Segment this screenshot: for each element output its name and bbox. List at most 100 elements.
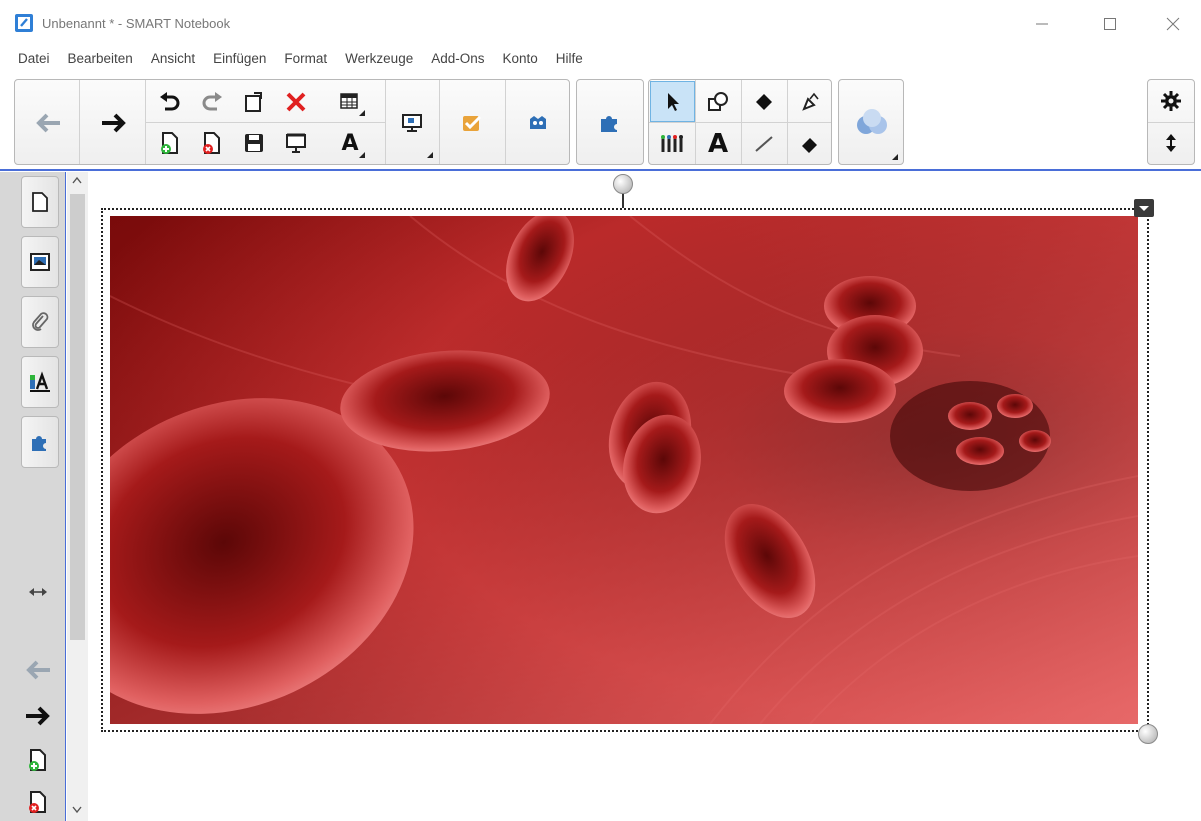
properties-icon [30, 371, 50, 392]
fill-tool-button[interactable] [743, 84, 785, 120]
window-title: Unbenannt * - SMART Notebook [42, 16, 231, 31]
toolbar-position-icon [1166, 134, 1176, 152]
side-add-page-button[interactable] [20, 742, 56, 778]
object-menu-handle[interactable] [1134, 199, 1154, 217]
attachments-icon [32, 312, 49, 331]
menu-hilfe[interactable]: Hilfe [547, 48, 592, 70]
text-tool-button[interactable]: A [697, 126, 739, 162]
screen-shade-icon [286, 133, 306, 153]
creative-pen-button[interactable] [651, 126, 693, 162]
toolbar-position-button[interactable] [1154, 126, 1188, 160]
undo-icon [160, 92, 180, 111]
menu-format[interactable]: Format [275, 48, 336, 70]
menu-bearbeiten[interactable]: Bearbeiten [59, 48, 142, 70]
lab-icon [530, 116, 546, 129]
text-table-button[interactable]: A [333, 126, 367, 160]
shapes-icon [708, 92, 728, 111]
swap-side-icon [29, 588, 47, 596]
creative-pen-icon [661, 135, 683, 152]
rotation-stem [622, 192, 624, 208]
delete-icon [286, 92, 306, 112]
gallery-icon [30, 253, 50, 271]
menu-konto[interactable]: Konto [494, 48, 547, 70]
add-ons-icon [601, 116, 617, 132]
vertical-scrollbar[interactable] [67, 172, 88, 821]
select-icon [667, 92, 679, 111]
rotation-handle[interactable] [613, 174, 633, 194]
menu-datei[interactable]: Datei [0, 48, 59, 70]
add-page-icon [29, 749, 46, 771]
resize-handle[interactable] [1138, 724, 1158, 744]
paste-icon [245, 92, 262, 112]
toolbar-group-edit: A [14, 79, 570, 165]
eraser-tool-button[interactable] [789, 126, 831, 162]
redo-button[interactable] [195, 86, 229, 118]
delete-button[interactable] [279, 86, 313, 118]
close-button[interactable] [1153, 10, 1193, 36]
page-sorter-tab[interactable] [21, 176, 59, 228]
screen-shade-button[interactable] [279, 126, 313, 160]
add-ons-tab[interactable] [21, 416, 59, 468]
toolbar-group-3d [838, 79, 904, 165]
add-ons-icon [32, 436, 46, 451]
forward-arrow-icon [102, 113, 126, 133]
add-page-button[interactable] [153, 126, 187, 160]
menu-add-ons[interactable]: Add-Ons [422, 48, 493, 70]
menu-werkzeuge[interactable]: Werkzeuge [336, 48, 422, 70]
delete-page-icon [203, 132, 220, 154]
paste-button[interactable] [237, 86, 271, 118]
response-button[interactable] [451, 106, 493, 140]
properties-3d-button[interactable] [849, 102, 895, 144]
previous-page-button[interactable] [20, 652, 56, 688]
lab-button[interactable] [517, 106, 559, 140]
delete-page-button[interactable] [195, 126, 229, 160]
text-icon: A [707, 129, 729, 159]
side-panel [0, 172, 66, 821]
smart-notebook-logo-icon [15, 14, 33, 32]
save-button[interactable] [237, 126, 271, 160]
next-page-button[interactable] [20, 698, 56, 734]
toolbar-group-addons [576, 79, 644, 165]
select-tool-button[interactable] [650, 81, 695, 122]
eraser-icon [802, 138, 817, 153]
delete-page-icon [29, 791, 46, 813]
scrollbar-thumb[interactable] [70, 194, 85, 640]
menu-einfuegen[interactable]: Einfügen [204, 48, 275, 70]
magic-pen-button[interactable] [789, 84, 831, 120]
attachments-tab[interactable] [21, 296, 59, 348]
blood-cells-image[interactable] [110, 216, 1138, 724]
settings-icon [1161, 91, 1181, 111]
magic-pen-icon [802, 92, 819, 111]
gallery-tab[interactable] [21, 236, 59, 288]
selected-image-frame[interactable] [101, 208, 1149, 732]
response-icon [463, 115, 482, 131]
forward-button[interactable] [97, 106, 131, 140]
title-bar: Unbenannt * - SMART Notebook [0, 0, 1201, 44]
properties-tab[interactable] [21, 356, 59, 408]
text-table-icon: A [341, 130, 359, 156]
scroll-up-icon[interactable] [72, 176, 82, 187]
scroll-down-icon[interactable] [72, 806, 82, 817]
swap-side-button[interactable] [20, 574, 56, 610]
properties-3d-icon [857, 109, 887, 134]
back-button[interactable] [31, 106, 65, 140]
side-delete-page-button[interactable] [20, 784, 56, 820]
next-page-icon [26, 706, 50, 726]
display-icon [402, 114, 422, 132]
new-page-icon [161, 132, 178, 154]
line-tool-button[interactable] [743, 126, 785, 162]
main-toolbar: A A [0, 75, 1201, 171]
add-ons-button[interactable] [591, 104, 629, 140]
line-icon [755, 136, 773, 152]
display-button[interactable] [389, 106, 435, 140]
previous-page-icon [26, 660, 50, 680]
shapes-tool-button[interactable] [697, 84, 739, 120]
insert-table-button[interactable] [333, 86, 367, 118]
menu-ansicht[interactable]: Ansicht [142, 48, 204, 70]
maximize-button[interactable] [1090, 10, 1130, 36]
page-canvas[interactable] [67, 172, 1201, 821]
undo-button[interactable] [153, 86, 187, 118]
settings-button[interactable] [1154, 84, 1188, 118]
table-icon [340, 93, 358, 109]
minimize-button[interactable] [1022, 10, 1062, 36]
